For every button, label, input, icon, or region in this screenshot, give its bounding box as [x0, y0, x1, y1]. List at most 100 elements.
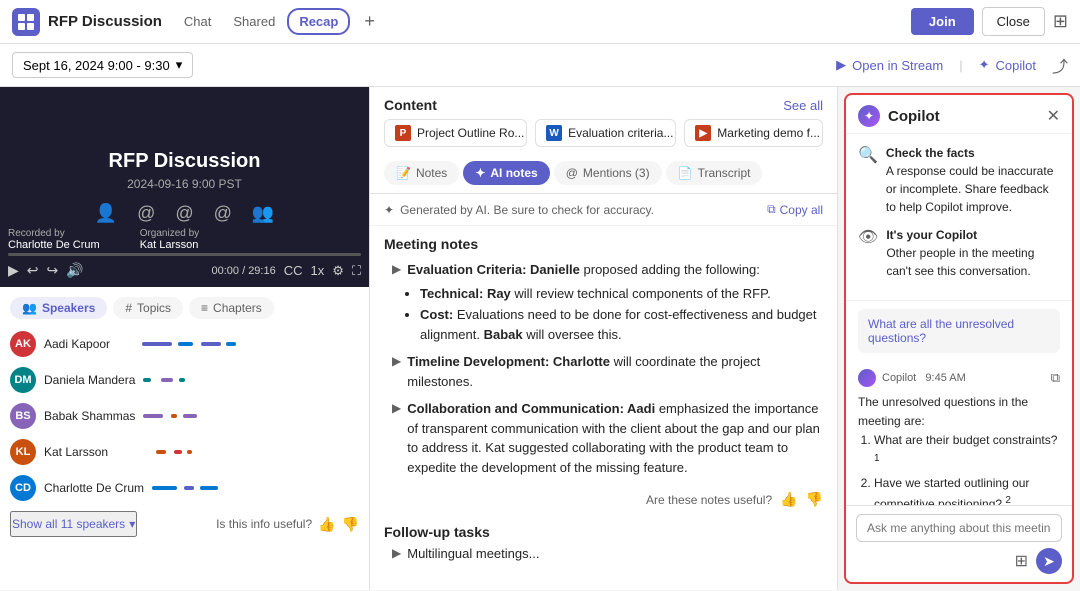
tab-topics[interactable]: # Topics: [113, 297, 183, 319]
bullet-item: Technical: Ray will review technical com…: [420, 284, 823, 304]
file-chip-word[interactable]: W Evaluation criteria...: [535, 119, 676, 147]
add-tab-button[interactable]: +: [358, 9, 381, 34]
file-chip-video[interactable]: ▶ Marketing demo f...: [684, 119, 823, 147]
info-useful-row: Is this info useful? 👍 👎: [216, 516, 359, 533]
video-bottom: Recorded by Charlotte De Crum Organized …: [0, 224, 369, 287]
speaker-timeline: [142, 342, 359, 346]
grid-icon[interactable]: ⊞: [1053, 11, 1068, 32]
header: RFP Discussion Chat Shared Recap + Join …: [0, 0, 1080, 44]
content-files: P Project Outline Ro... W Evaluation cri…: [370, 119, 837, 157]
speakers-icon: 👥: [22, 301, 37, 315]
fullscreen-icon[interactable]: ⛶: [352, 263, 361, 279]
transcript-icon: 📄: [678, 166, 693, 180]
file-name: Evaluation criteria...: [568, 126, 673, 140]
rewind-button[interactable]: ↩: [27, 262, 39, 279]
thumbs-up-button[interactable]: 👍: [318, 516, 335, 533]
video-controls: ▶ ↩ ↪ 🔊 00:00 / 29:16 CC 1x ⚙ ⛶: [8, 258, 361, 283]
profile-icon-2: @: [137, 203, 155, 224]
list-item: DM Daniela Mandera: [10, 367, 359, 393]
meeting-title: RFP Discussion: [48, 13, 162, 30]
video-time: 00:00 / 29:16: [211, 265, 275, 277]
prompt-chip[interactable]: What are all the unresolved questions?: [858, 309, 1060, 353]
follow-up-item: ▶ Multilingual meetings...: [384, 544, 823, 564]
copilot-button[interactable]: ✦ Copilot: [979, 57, 1036, 73]
tab-mentions[interactable]: @ Mentions (3): [554, 161, 662, 185]
grid-action-button[interactable]: ⊞: [1015, 551, 1028, 571]
profile-icon-5: 👥: [252, 203, 274, 224]
tab-chapters[interactable]: ≡ Chapters: [189, 297, 274, 319]
play-button[interactable]: ▶: [8, 262, 19, 279]
copilot-info: 🔍 Check the facts A response could be in…: [846, 134, 1072, 301]
tab-ai-notes[interactable]: ✦ AI notes: [463, 161, 549, 185]
close-button[interactable]: Close: [982, 7, 1045, 36]
notes-text: Timeline Development: Charlotte will coo…: [407, 352, 823, 391]
divider: |: [959, 58, 962, 73]
cc-icon[interactable]: CC: [284, 263, 303, 279]
speaker-name: Charlotte De Crum: [44, 481, 144, 495]
ai-notice: ✦ Generated by AI. Be sure to check for …: [370, 194, 837, 226]
speaker-timeline: [143, 414, 359, 418]
collapse-icon[interactable]: ▶: [392, 262, 401, 276]
open-in-stream-button[interactable]: ▶ Open in Stream: [836, 57, 943, 73]
tab-speakers[interactable]: 👥 Speakers: [10, 297, 107, 319]
sub-header-actions: ▶ Open in Stream | ✦ Copilot ⤴: [836, 53, 1068, 77]
forward-button[interactable]: ↪: [47, 262, 59, 279]
collapse-icon[interactable]: ▶: [392, 546, 401, 560]
show-all-speakers-button[interactable]: Show all 11 speakers ▾: [10, 511, 137, 537]
tab-notes[interactable]: 📝 Notes: [384, 161, 459, 185]
file-chip-ppt[interactable]: P Project Outline Ro...: [384, 119, 527, 147]
settings-icon[interactable]: ⚙: [332, 263, 344, 279]
bullet-item: Cost: Evaluations need to be done for co…: [420, 305, 823, 344]
word-icon: W: [546, 125, 562, 141]
speed-icon[interactable]: 1x: [311, 263, 325, 279]
copy-response-icon[interactable]: ⧉: [1051, 370, 1060, 386]
video-title: RFP Discussion: [109, 150, 261, 173]
speaker-name: Daniela Mandera: [44, 373, 135, 387]
stream-icon: ▶: [836, 57, 846, 73]
date-range-button[interactable]: Sept 16, 2024 9:00 - 9:30 ▾: [12, 52, 193, 78]
copy-icon: ⧉: [767, 202, 776, 217]
tab-shared[interactable]: Shared: [223, 10, 285, 33]
thumbs-up-button[interactable]: 👍: [780, 491, 797, 508]
video-progress-bar[interactable]: [8, 253, 361, 256]
date-range-label: Sept 16, 2024 9:00 - 9:30: [23, 58, 170, 73]
see-all-button[interactable]: See all: [783, 98, 823, 113]
tab-chat[interactable]: Chat: [174, 10, 221, 33]
bullet-list: Technical: Ray will review technical com…: [392, 284, 823, 345]
response-header: Copilot 9:45 AM ⧉: [858, 369, 1060, 387]
avatar: BS: [10, 403, 36, 429]
speakers-section: 👥 Speakers # Topics ≡ Chapters AK Aadi K…: [0, 287, 369, 590]
speaker-timeline: [143, 378, 359, 382]
share-icon[interactable]: ⤴: [1052, 53, 1068, 77]
copy-all-button[interactable]: ⧉ Copy all: [767, 202, 823, 217]
speaker-footer: Show all 11 speakers ▾ Is this info usef…: [10, 511, 359, 537]
copilot-input-area: ⊞ ➤: [846, 505, 1072, 582]
notes-item-timeline: ▶ Timeline Development: Charlotte will c…: [384, 352, 823, 391]
volume-button[interactable]: 🔊: [66, 262, 83, 279]
collapse-icon[interactable]: ▶: [392, 401, 401, 415]
thumbs-down-button[interactable]: 👎: [342, 516, 359, 533]
meeting-notes-title: Meeting notes: [384, 236, 823, 252]
sub-header: Sept 16, 2024 9:00 - 9:30 ▾ ▶ Open in St…: [0, 44, 1080, 87]
copilot-input[interactable]: [856, 514, 1062, 542]
tab-recap[interactable]: Recap: [287, 8, 350, 35]
send-button[interactable]: ➤: [1036, 548, 1062, 574]
chevron-down-icon: ▾: [129, 517, 135, 531]
notes-text: Multilingual meetings...: [407, 544, 539, 564]
avatar: KL: [10, 439, 36, 465]
copilot-close-button[interactable]: ✕: [1047, 106, 1060, 126]
copilot-header: ✦ Copilot ✕: [846, 95, 1072, 134]
collapse-icon[interactable]: ▶: [392, 354, 401, 368]
list-item: AK Aadi Kapoor: [10, 331, 359, 357]
tab-transcript[interactable]: 📄 Transcript: [666, 161, 763, 185]
mentions-icon: @: [566, 166, 578, 180]
thumbs-down-button[interactable]: 👎: [806, 491, 823, 508]
avatar: AK: [10, 331, 36, 357]
join-button[interactable]: Join: [911, 8, 974, 35]
video-date: 2024-09-16 9:00 PST: [127, 177, 242, 191]
copilot-response: Copilot 9:45 AM ⧉ The unresolved questio…: [846, 361, 1072, 505]
your-copilot-item: 👁 It's your Copilot Other people in the …: [858, 226, 1060, 280]
profile-icon-3: @: [175, 203, 193, 224]
copilot-panel: ✦ Copilot ✕ 🔍 Check the facts A response…: [844, 93, 1074, 584]
list-item: BS Babak Shammas: [10, 403, 359, 429]
